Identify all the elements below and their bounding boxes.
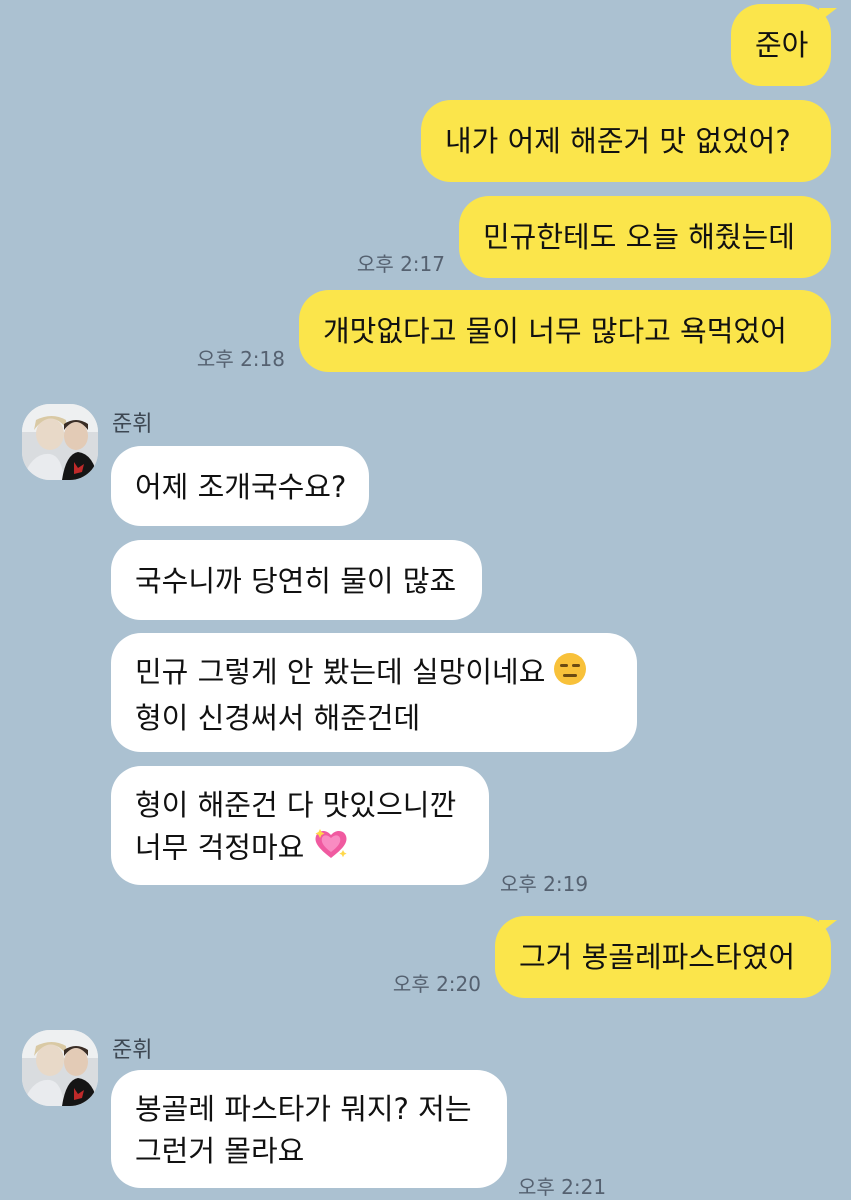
my-message-bubble[interactable]: 개맛없다고 물이 너무 많다고 욕먹었어 xyxy=(299,290,831,372)
message-text: 형이 해준건 다 맛있으니깐 xyxy=(135,788,457,822)
their-message-bubble[interactable]: 민규 그렇게 안 봤는데 실망이네요 형이 신경써서 해준건데 xyxy=(111,633,637,752)
profile-photo xyxy=(22,1030,98,1106)
message-text: 내가 어제 해준거 맛 없었어? xyxy=(445,124,791,158)
message-text: 국수니까 당연히 물이 많죠 xyxy=(135,564,457,598)
their-message-bubble[interactable]: 형이 해준건 다 맛있으니깐 너무 걱정마요 xyxy=(111,766,489,885)
message-text: 형이 신경써서 해준건데 xyxy=(135,700,421,735)
expressionless-face-icon xyxy=(553,652,587,697)
message-timestamp: 오후 2:19 xyxy=(500,872,589,896)
message-text: 민규 그렇게 안 봤는데 실망이네요 xyxy=(135,655,546,689)
message-timestamp: 오후 2:18 xyxy=(196,347,285,371)
chat-view: 준아 내가 어제 해준거 맛 없었어? 오후 2:17 민규한테도 오늘 해줬는… xyxy=(0,0,851,1200)
my-message-bubble[interactable]: 준아 xyxy=(731,4,831,86)
sparkling-heart-icon xyxy=(312,826,350,873)
message-line: 민규 그렇게 안 봤는데 실망이네요 xyxy=(135,651,613,697)
message-timestamp: 오후 2:17 xyxy=(356,252,445,276)
my-message-bubble[interactable]: 내가 어제 해준거 맛 없었어? xyxy=(421,100,831,182)
their-message-bubble[interactable]: 국수니까 당연히 물이 많죠 xyxy=(111,540,482,620)
message-text: 어제 조개국수요? xyxy=(135,470,347,504)
message-text: 너무 걱정마요 xyxy=(135,830,305,865)
profile-photo xyxy=(22,404,98,480)
avatar[interactable] xyxy=(22,404,98,480)
avatar[interactable] xyxy=(22,1030,98,1106)
message-text: 민규한테도 오늘 해줬는데 xyxy=(483,220,795,254)
bubble-tail xyxy=(819,920,837,934)
their-message-bubble[interactable]: 봉골레 파스타가 뭐지? 저는 그런거 몰라요 xyxy=(111,1070,507,1188)
sender-name: 준휘 xyxy=(112,412,153,437)
bubble-tail xyxy=(819,8,837,22)
sender-name: 준휘 xyxy=(112,1038,153,1063)
message-timestamp: 오후 2:21 xyxy=(518,1175,607,1199)
message-text: 그런거 몰라요 xyxy=(135,1134,305,1168)
their-message-bubble[interactable]: 어제 조개국수요? xyxy=(111,446,369,526)
message-text: 그거 봉골레파스타였어 xyxy=(519,940,796,974)
my-message-bubble[interactable]: 그거 봉골레파스타였어 xyxy=(495,916,831,998)
message-timestamp: 오후 2:20 xyxy=(392,972,481,996)
my-message-bubble[interactable]: 민규한테도 오늘 해줬는데 xyxy=(459,196,831,278)
message-text: 개맛없다고 물이 너무 많다고 욕먹었어 xyxy=(323,314,787,348)
message-text: 봉골레 파스타가 뭐지? 저는 xyxy=(135,1092,472,1126)
message-text: 준아 xyxy=(755,28,809,62)
message-line: 너무 걱정마요 xyxy=(135,826,465,873)
